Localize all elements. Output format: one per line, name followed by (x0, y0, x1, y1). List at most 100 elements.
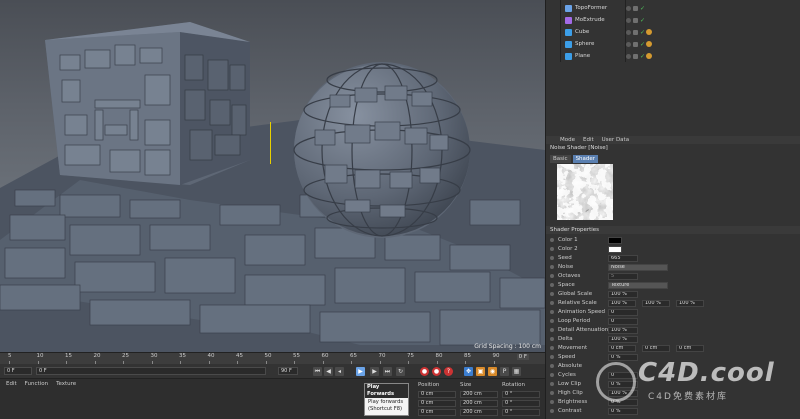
autokey-button[interactable]: ● (432, 367, 441, 376)
animation-dot[interactable] (550, 355, 554, 359)
animation-dot[interactable] (550, 382, 554, 386)
animation-dot[interactable] (550, 256, 554, 260)
animation-dot[interactable] (550, 247, 554, 251)
prop-value-field[interactable]: Noise (608, 264, 668, 271)
animation-dot[interactable] (550, 337, 554, 341)
color-swatch[interactable] (608, 246, 622, 253)
prop-value-field[interactable]: 100 % (608, 327, 638, 334)
play-backwards-button[interactable]: ◂ (335, 367, 344, 376)
keyframe-selection-button[interactable]: ? (444, 367, 453, 376)
min-frame-field[interactable]: 0 F (36, 367, 266, 375)
visibility-toggle[interactable] (626, 29, 631, 35)
menu-mode[interactable]: Mode (560, 137, 575, 143)
object-row-moextrude[interactable]: MoExtrude ✓ (546, 14, 800, 26)
enabled-check-icon[interactable]: ✓ (640, 17, 645, 24)
enabled-check-icon[interactable]: ✓ (640, 5, 645, 12)
prop-value-field[interactable]: 0 (608, 318, 638, 325)
prop-value-field[interactable]: 100 % (608, 336, 638, 343)
render-toggle[interactable] (633, 5, 638, 11)
size-field[interactable]: 200 cm (460, 391, 498, 398)
prop-value-field[interactable]: 0 cm (642, 345, 670, 352)
prop-value-field[interactable]: 0 (608, 309, 638, 316)
3d-viewport[interactable]: Grid Spacing : 100 cm (0, 0, 545, 352)
render-toggle[interactable] (633, 17, 638, 23)
object-row-plane[interactable]: Plane ✓ (546, 50, 800, 62)
animation-dot[interactable] (550, 328, 554, 332)
rotation-field[interactable]: 0 ° (502, 409, 540, 416)
prop-value-field[interactable]: 0 % (608, 408, 638, 415)
object-manager-empty-area[interactable] (545, 62, 800, 136)
previous-key-button[interactable]: ◀ (324, 367, 333, 376)
enabled-check-icon[interactable]: ✓ (640, 29, 645, 36)
animation-dot[interactable] (550, 265, 554, 269)
position-field[interactable]: 0 cm (418, 391, 456, 398)
tab-basic[interactable]: Basic (550, 155, 571, 163)
animation-dot[interactable] (550, 373, 554, 377)
menu-texture[interactable]: Texture (56, 381, 76, 387)
enabled-check-icon[interactable]: ✓ (640, 41, 645, 48)
pla-key-button[interactable]: ▦ (512, 367, 521, 376)
prop-value-field[interactable]: 0 cm (676, 345, 704, 352)
material-tag-icon[interactable] (646, 29, 652, 35)
visibility-toggle[interactable] (626, 53, 631, 59)
color-swatch[interactable] (608, 237, 622, 244)
enabled-check-icon[interactable]: ✓ (640, 53, 645, 60)
object-row-cube[interactable]: Cube ✓ (546, 26, 800, 38)
animation-dot[interactable] (550, 274, 554, 278)
prop-value-field[interactable]: 5 (608, 273, 638, 280)
size-field[interactable]: 200 cm (460, 400, 498, 407)
play-forwards-button[interactable]: ▶ (356, 367, 365, 376)
tab-shader[interactable]: Shader (572, 155, 599, 163)
menu-user-data[interactable]: User Data (602, 137, 629, 143)
prop-value-field[interactable]: 100 % (676, 300, 704, 307)
prop-value-field[interactable]: Texture (608, 282, 668, 289)
rotation-key-button[interactable]: ◉ (488, 367, 497, 376)
go-to-end-button[interactable]: ⏭ (383, 367, 392, 376)
menu-edit[interactable]: Edit (583, 137, 594, 143)
render-toggle[interactable] (633, 53, 638, 59)
max-frame-field[interactable]: 90 F (278, 367, 298, 375)
visibility-toggle[interactable] (626, 5, 631, 11)
animation-dot[interactable] (550, 364, 554, 368)
animation-dot[interactable] (550, 319, 554, 323)
menu-edit[interactable]: Edit (6, 381, 17, 387)
render-toggle[interactable] (633, 41, 638, 47)
start-frame-field[interactable]: 0 F (4, 367, 32, 375)
rotation-field[interactable]: 0 ° (502, 391, 540, 398)
animation-dot[interactable] (550, 400, 554, 404)
animation-dot[interactable] (550, 346, 554, 350)
menu-function[interactable]: Function (25, 381, 48, 387)
animation-dot[interactable] (550, 301, 554, 305)
animation-dot[interactable] (550, 283, 554, 287)
record-button[interactable]: ● (420, 367, 429, 376)
animation-dot[interactable] (550, 409, 554, 413)
loop-button[interactable]: ↻ (396, 367, 405, 376)
y-axis-handle[interactable] (270, 122, 271, 164)
animation-dot[interactable] (550, 310, 554, 314)
size-field[interactable]: 200 cm (460, 409, 498, 416)
parameter-key-button[interactable]: P (500, 367, 509, 376)
go-to-start-button[interactable]: ⏮ (313, 367, 322, 376)
position-key-button[interactable]: ✥ (464, 367, 473, 376)
visibility-toggle[interactable] (626, 41, 631, 47)
visibility-toggle[interactable] (626, 17, 631, 23)
position-field[interactable]: 0 cm (418, 409, 456, 416)
position-field[interactable]: 0 cm (418, 400, 456, 407)
prop-value-field[interactable]: 100 % (642, 300, 670, 307)
animation-dot[interactable] (550, 238, 554, 242)
object-row-topoformer[interactable]: TopoFormer ✓ (546, 2, 800, 14)
material-tag-icon[interactable] (646, 53, 652, 59)
prop-value-field[interactable]: 100 % (608, 300, 636, 307)
scale-key-button[interactable]: ▣ (476, 367, 485, 376)
prop-value-field[interactable]: 100 % (608, 291, 638, 298)
animation-dot[interactable] (550, 391, 554, 395)
next-key-button[interactable]: ▶ (370, 367, 379, 376)
object-row-sphere[interactable]: Sphere ✓ (546, 38, 800, 50)
animation-dot[interactable] (550, 292, 554, 296)
prop-value-field[interactable]: 0 cm (608, 345, 636, 352)
rotation-field[interactable]: 0 ° (502, 400, 540, 407)
timeline-ruler[interactable]: 5 10 15 20 25 30 35 40 45 50 55 60 65 70 75 80 85 90 0 F (0, 352, 545, 364)
render-toggle[interactable] (633, 29, 638, 35)
prop-value-field[interactable]: 665 (608, 255, 638, 262)
material-tag-icon[interactable] (646, 41, 652, 47)
